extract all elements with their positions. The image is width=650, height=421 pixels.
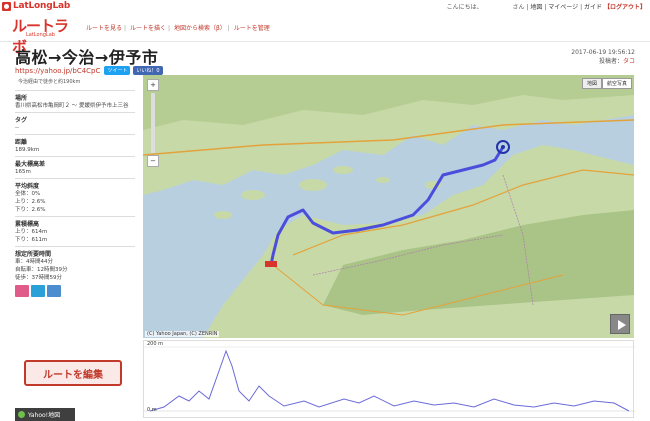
nav-manage-routes[interactable]: ルートを管理 [234,25,270,32]
play-button[interactable] [610,314,630,334]
time-section: 想定所要時間 車：4時間44分 自転車：12時間39分 徒歩：37時間59分 [15,246,135,282]
route-map[interactable]: + − 地図 航空写真 (C) Yahoo Japan, (C) ZENRIN [143,75,634,338]
map-type-photo-button[interactable]: 航空写真 [601,78,632,89]
export-icons [15,285,135,297]
brand-logo[interactable]: LatLongLab [2,1,70,11]
distance-section: 距離 189.9km [15,134,135,154]
zoom-out-button[interactable]: − [147,155,159,167]
brand-icon [2,1,11,11]
zoom-slider[interactable] [151,93,155,153]
place-value: 香川県高松市亀岡町２ 〜 愛媛県伊予市上三谷 [15,103,129,109]
map-copyright: (C) Yahoo Japan, (C) ZENRIN [145,331,220,337]
nav-map-search[interactable]: 地図から検索（β） [174,25,226,32]
nav-view-routes[interactable]: ルートを見る [86,25,122,32]
tag-heading: タグ [15,117,28,124]
logout-link[interactable]: 【ログアウト】 [604,4,646,11]
title-row: 高松→今治→伊予市 [15,44,158,68]
brand-name: LatLongLab [13,1,71,11]
climb-heading: 累積標高 [15,221,40,228]
sub-header: ルートラボ LatLongLab ルートを見る | ルートを描く | 地図から検索（… [0,12,650,56]
elevation-profile[interactable]: 200 m 0 m [143,340,635,418]
elevation-line [149,349,630,412]
climb-section: 累積標高 上り：614m 下り：611m [15,216,135,244]
poster-name[interactable]: タコ [623,58,635,65]
tag-value: -- [15,125,19,131]
place-section: 場所 香川県高松市亀岡町２ 〜 愛媛県伊予市上三谷 [15,90,135,110]
map-canvas [143,75,634,338]
nav-draw-route[interactable]: ルートを描く [130,25,166,32]
start-marker-dot [501,145,505,149]
tweet-button[interactable]: ツイート [104,66,131,75]
grade-section: 平均斜度 全体：0% 上り：2.6% 下り：2.6% [15,178,135,214]
island [376,177,390,183]
map-type-map-button[interactable]: 地図 [581,78,602,89]
grade-heading: 平均斜度 [15,183,40,190]
edit-route-button[interactable]: ルートを編集 [24,360,122,386]
map-type-toggle: 地図 航空写真 [581,78,632,89]
goal-marker-icon[interactable] [265,261,277,267]
short-url-link[interactable]: https://yahoo.jp/bC4CpC [15,67,100,75]
grade-down: 下り：2.6% [15,207,46,213]
place-heading: 場所 [15,95,28,102]
nav-mypage-link[interactable]: マイページ [548,4,578,11]
routelab-logo[interactable]: ルートラボ LatLongLab [12,15,74,56]
time-car: 車：4時間44分 [15,259,53,265]
gpx-export-icon[interactable] [15,285,29,297]
top-bar: LatLongLab こんにちは、 さん | 地図 | マイページ | ガイド … [0,0,650,12]
user-suffix: さん [512,4,525,11]
climb-up: 上り：614m [15,229,48,235]
max-alt-section: 最大標高差 165m [15,156,135,176]
distance-value: 189.9km [15,147,40,153]
yahoo-icon [18,411,25,418]
like-button[interactable]: いいね！0 [133,66,163,75]
zoom-in-button[interactable]: + [147,79,159,91]
elevation-chart [144,346,635,412]
island [333,166,353,174]
share-row: https://yahoo.jp/bC4CpC ツイート いいね！0 [15,66,163,75]
island [241,190,265,200]
grade-up: 上り：2.6% [15,199,46,205]
nav-map-link[interactable]: 地図 [530,4,542,11]
site-nav: ルートを見る | ルートを描く | 地図から検索（β） | ルートを管理 [86,25,270,32]
route-details: 場所 香川県高松市亀岡町２ 〜 愛媛県伊予市上三谷 タグ -- 距離 189.9… [15,90,135,297]
poster-label: 投稿者： [598,58,623,65]
time-bike: 自転車：12時間39分 [15,267,68,273]
zoom-control: + − [147,79,159,169]
island [214,211,232,219]
nav-guide-link[interactable]: ガイド [584,4,602,11]
max-alt-heading: 最大標高差 [15,161,46,168]
route-meta: 2017-06-19 19:56:12 投稿者：タコ [571,48,635,66]
page-title: 高松→今治→伊予市 [15,48,159,67]
yahoo-map-link[interactable]: Yahoo!地図 [15,408,75,421]
greeting: こんにちは、 [446,4,483,11]
climb-down: 下り：611m [15,237,48,243]
elev-top-label: 200 m [147,341,164,347]
kml-export-icon[interactable] [31,285,45,297]
routelab-logo-sub: LatLongLab [26,32,55,38]
max-alt-value: 165m [15,169,31,175]
island [299,179,327,191]
user-nav: こんにちは、 さん | 地図 | マイページ | ガイド 【ログアウト】 [446,4,646,11]
route-note: 今治経由で徒歩と約190km [18,79,81,85]
grade-all: 全体：0% [15,191,41,197]
time-heading: 想定所要時間 [15,251,52,258]
post-datetime: 2017-06-19 19:56:12 [571,49,635,56]
tag-section: タグ -- [15,112,135,132]
yahoo-map-label: Yahoo!地図 [28,412,61,419]
distance-heading: 距離 [15,139,28,146]
elev-bottom-label: 0 m [147,407,157,413]
time-foot: 徒歩：37時間59分 [15,275,62,281]
print-icon[interactable] [47,285,61,297]
